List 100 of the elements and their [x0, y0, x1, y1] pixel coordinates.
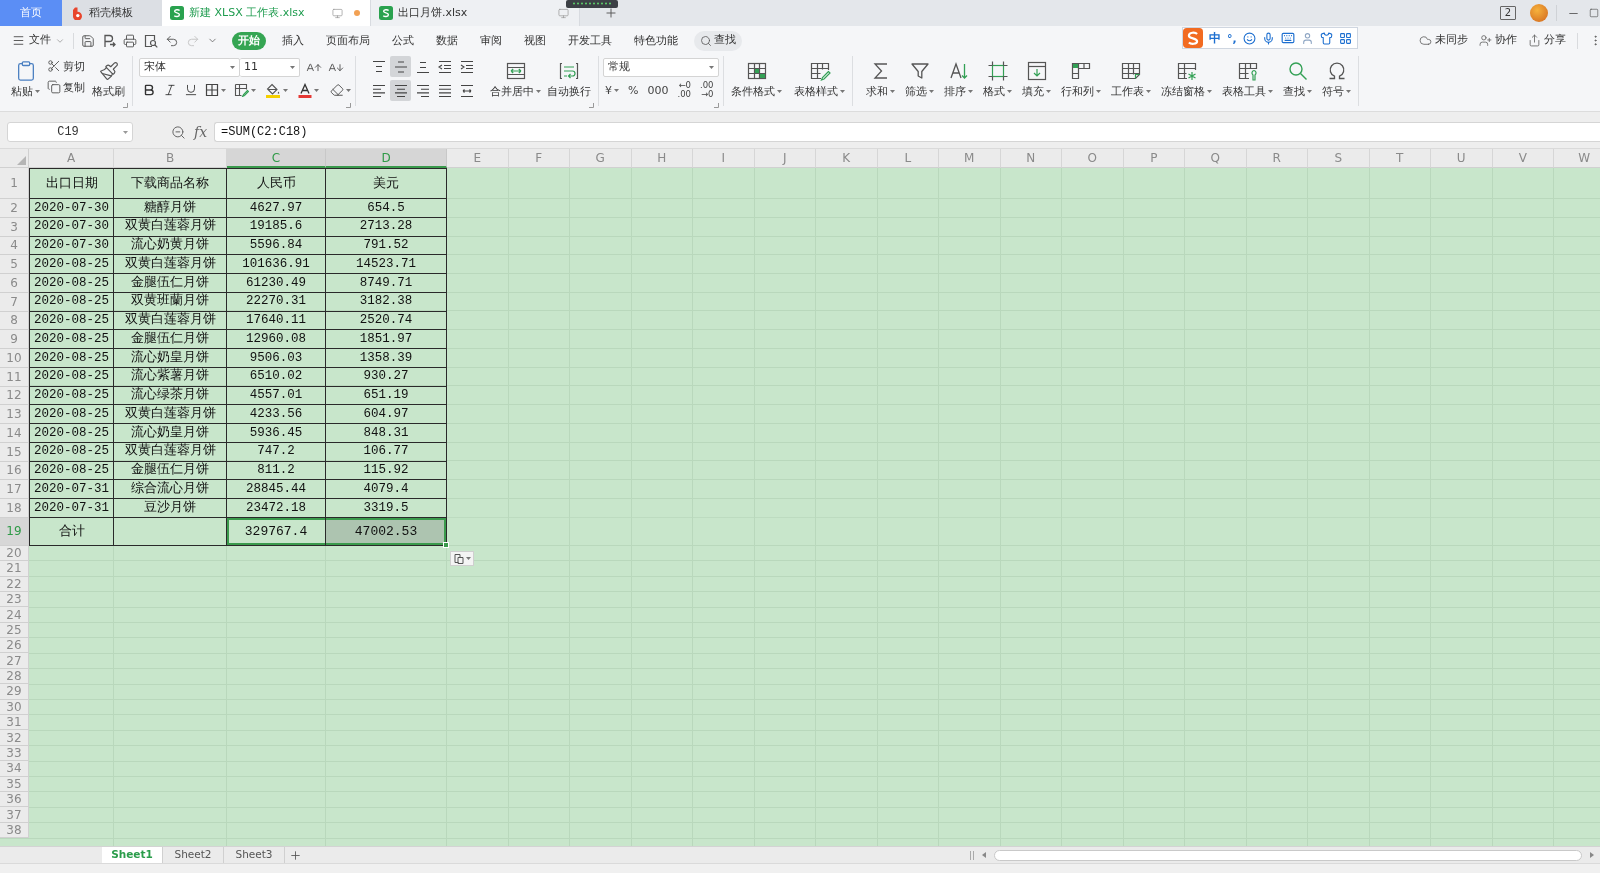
horizontal-scrollbar-thumb[interactable]: [994, 849, 1582, 861]
row-header[interactable]: 36: [0, 792, 29, 808]
cell-pattern-button[interactable]: [234, 83, 256, 97]
zoom-out-icon[interactable]: [171, 124, 186, 140]
decimal-places-button[interactable]: .00 →0: [700, 81, 714, 99]
italic-icon[interactable]: [163, 83, 177, 97]
printer-icon[interactable]: [123, 33, 137, 48]
smiley-icon[interactable]: [1242, 31, 1256, 45]
conditional-format-button[interactable]: 条件格式: [728, 55, 785, 101]
column-header[interactable]: Q: [1185, 149, 1247, 168]
maximize-icon[interactable]: [1589, 8, 1599, 18]
column-header[interactable]: I: [693, 149, 755, 168]
filter-button[interactable]: 筛选: [902, 55, 937, 101]
column-header[interactable]: G: [570, 149, 632, 168]
row-header[interactable]: 27: [0, 653, 29, 669]
name-box[interactable]: C19: [7, 122, 133, 142]
avatar-icon[interactable]: [1530, 4, 1548, 22]
column-header[interactable]: A: [29, 149, 114, 168]
row-header[interactable]: 13: [0, 405, 29, 424]
merge-center-button[interactable]: 合并居中: [487, 55, 544, 101]
paste-options-icon[interactable]: [450, 551, 474, 566]
format-painter-button[interactable]: 格式刷: [89, 55, 128, 101]
row-header[interactable]: 21: [0, 561, 29, 577]
dialog-launcher-icon[interactable]: [714, 103, 719, 108]
ribbon-tab[interactable]: 视图: [518, 31, 552, 50]
column-header[interactable]: D: [326, 149, 447, 168]
microphone-icon[interactable]: [1261, 31, 1275, 45]
column-header[interactable]: O: [1062, 149, 1124, 168]
wrap-text-button[interactable]: 自动换行: [544, 55, 594, 101]
row-header[interactable]: 9: [0, 330, 29, 349]
column-header[interactable]: S: [1308, 149, 1370, 168]
row-header[interactable]: 29: [0, 684, 29, 700]
number-style-button[interactable]: 000: [647, 81, 669, 99]
symbol-button[interactable]: 符号: [1319, 55, 1354, 101]
font-size-select[interactable]: 11: [240, 58, 300, 77]
column-header[interactable]: V: [1492, 149, 1554, 168]
row-header[interactable]: 19: [0, 517, 29, 546]
dialog-launcher-icon[interactable]: [346, 103, 351, 108]
bold-icon[interactable]: [142, 83, 156, 97]
print-preview-icon[interactable]: [144, 33, 158, 48]
grid-icon[interactable]: [1338, 31, 1352, 45]
column-header[interactable]: T: [1369, 149, 1431, 168]
input-mode-toggle[interactable]: 中: [1209, 32, 1221, 44]
home-tab[interactable]: 首页: [0, 0, 62, 26]
fill-button[interactable]: 填充: [1019, 55, 1054, 101]
window-count-button[interactable]: 2: [1500, 6, 1516, 20]
column-header[interactable]: F: [508, 149, 570, 168]
row-header[interactable]: 32: [0, 730, 29, 746]
row-header[interactable]: 34: [0, 761, 29, 777]
formula-field[interactable]: =SUM(C2:C18): [214, 122, 1600, 142]
column-header[interactable]: E: [447, 149, 509, 168]
number-style-button[interactable]: ¥: [605, 81, 619, 99]
dialog-launcher-icon[interactable]: [123, 103, 128, 108]
number-format-select[interactable]: 常规: [603, 58, 719, 77]
row-header[interactable]: 14: [0, 424, 29, 443]
copy-button[interactable]: 复制: [47, 80, 85, 94]
file-menu-button[interactable]: 文件: [12, 32, 65, 49]
column-header[interactable]: R: [1246, 149, 1308, 168]
column-header[interactable]: P: [1123, 149, 1185, 168]
paste-button[interactable]: 粘贴: [8, 55, 43, 101]
sheet-tab[interactable]: Sheet1: [102, 847, 163, 863]
row-header[interactable]: 17: [0, 480, 29, 499]
scroll-right-icon[interactable]: [1590, 852, 1594, 858]
share-button[interactable]: 分享: [1528, 32, 1566, 49]
row-header[interactable]: 5: [0, 255, 29, 274]
row-header[interactable]: 37: [0, 807, 29, 823]
cut-button[interactable]: 剪切: [47, 59, 85, 73]
column-header[interactable]: U: [1431, 149, 1493, 168]
row-header[interactable]: 1: [0, 168, 29, 199]
dialog-launcher-icon[interactable]: [589, 103, 594, 108]
column-header[interactable]: H: [631, 149, 693, 168]
column-header[interactable]: C: [227, 149, 326, 168]
shirt-icon[interactable]: [1319, 31, 1333, 45]
table-tools-button[interactable]: 表格工具: [1219, 55, 1276, 101]
number-style-button[interactable]: %: [628, 81, 639, 99]
row-header[interactable]: 24: [0, 607, 29, 623]
fill-handle[interactable]: [443, 541, 449, 548]
ribbon-tab[interactable]: 页面布局: [320, 31, 376, 50]
row-header[interactable]: 31: [0, 715, 29, 731]
sync-button[interactable]: 未同步: [1419, 32, 1468, 49]
find-button[interactable]: 查找: [1280, 55, 1315, 101]
add-sheet-icon[interactable]: [289, 848, 302, 862]
freeze-panes-button[interactable]: 冻结窗格: [1158, 55, 1215, 101]
scroll-left-icon[interactable]: [982, 852, 986, 858]
sort-button[interactable]: 排序: [941, 55, 976, 101]
person-icon[interactable]: [1300, 31, 1314, 45]
row-header[interactable]: 18: [0, 499, 29, 518]
clear-button[interactable]: [330, 83, 351, 97]
sum-button[interactable]: 求和: [863, 55, 898, 101]
column-header[interactable]: N: [1000, 149, 1062, 168]
ribbon-tab[interactable]: 开发工具: [562, 31, 618, 50]
borders-button[interactable]: [205, 83, 226, 97]
fill-color-button[interactable]: [265, 82, 288, 98]
row-header[interactable]: 2: [0, 199, 29, 218]
row-header[interactable]: 10: [0, 349, 29, 368]
ribbon-tab[interactable]: 插入: [276, 31, 310, 50]
column-header[interactable]: J: [754, 149, 816, 168]
format-button[interactable]: 格式: [980, 55, 1015, 101]
rows-columns-button[interactable]: 行和列: [1058, 55, 1104, 101]
table-style-button[interactable]: 表格样式: [791, 55, 848, 101]
